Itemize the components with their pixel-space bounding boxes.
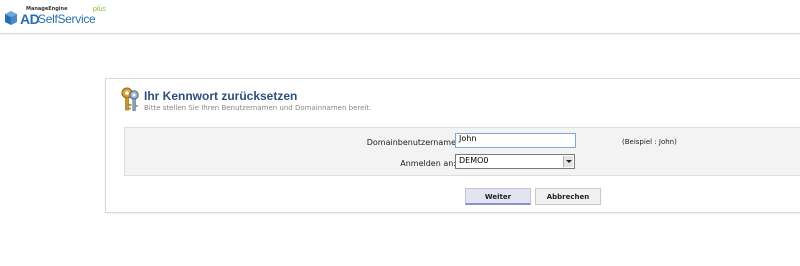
form-fields: Domainbenutzername John (Beispiel : John… xyxy=(124,127,800,176)
logo-plus-text: plus xyxy=(93,6,106,13)
logo-ad-text: AD xyxy=(20,11,40,27)
header: ManageEngine AD SelfService plus xyxy=(0,0,800,34)
username-input[interactable]: John xyxy=(455,133,576,148)
domain-label: Anmelden an: xyxy=(400,159,456,168)
domain-select[interactable]: DEMO0 xyxy=(455,154,575,169)
reset-password-panel: Ihr Kennwort zurücksetzen Bitte stellen … xyxy=(105,78,800,213)
logo-selfservice-text: SelfService xyxy=(38,12,96,26)
header-divider xyxy=(0,33,800,34)
cancel-button[interactable]: Abbrechen xyxy=(535,188,601,205)
next-button[interactable]: Weiter xyxy=(465,188,531,205)
adselfservice-plus-logo[interactable]: ManageEngine AD SelfService plus xyxy=(4,6,124,32)
page-subtitle: Bitte stellen Sie Ihren Benutzernamen un… xyxy=(144,104,372,112)
domain-select-value: DEMO0 xyxy=(459,156,489,165)
chevron-down-icon[interactable] xyxy=(563,156,573,167)
page-title: Ihr Kennwort zurücksetzen xyxy=(144,89,298,103)
username-example: (Beispiel : John) xyxy=(622,138,677,146)
keys-icon xyxy=(121,87,139,111)
logo-cube-icon xyxy=(5,11,17,25)
username-label: Domainbenutzername xyxy=(366,138,456,147)
